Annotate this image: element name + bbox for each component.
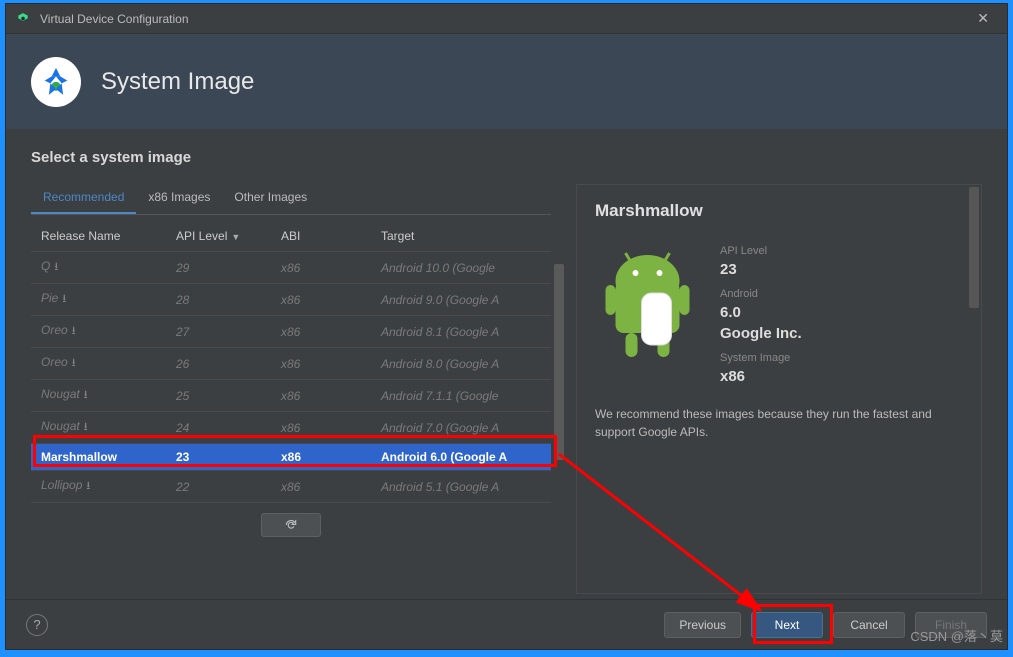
cell-release-name: Nougat⭳ — [31, 380, 166, 412]
close-icon[interactable]: ✕ — [969, 10, 997, 27]
cell-api-level: 27 — [166, 316, 271, 348]
scrollbar-thumb[interactable] — [554, 264, 564, 461]
image-table-wrap: Release Name API Level▼ ABI Target Q⭳29x… — [31, 221, 551, 503]
tab-bar: Recommendedx86 ImagesOther Images — [31, 184, 551, 215]
finish-button: Finish — [915, 612, 987, 638]
table-row[interactable]: Marshmallow23x86Android 6.0 (Google A — [31, 444, 551, 471]
table-row[interactable]: Nougat⭳25x86Android 7.1.1 (Google — [31, 380, 551, 412]
cell-abi: x86 — [271, 316, 371, 348]
android-marshmallow-icon — [595, 239, 700, 369]
value-system-image: x86 — [720, 368, 802, 385]
scrollbar-thumb[interactable] — [969, 187, 979, 308]
cell-api-level: 22 — [166, 471, 271, 503]
titlebar: Virtual Device Configuration ✕ — [6, 4, 1007, 34]
cell-target: Android 7.1.1 (Google — [371, 380, 551, 412]
cell-release-name: Oreo⭳ — [31, 348, 166, 380]
tab-recommended[interactable]: Recommended — [31, 184, 136, 214]
footer: ? Previous Next Cancel Finish — [6, 599, 1007, 649]
download-icon[interactable]: ⭳ — [84, 389, 88, 401]
recommendation-note: We recommend these images because they r… — [595, 405, 963, 441]
tab-other-images[interactable]: Other Images — [222, 184, 319, 214]
subheading: Select a system image — [31, 149, 982, 166]
cell-target: Android 9.0 (Google A — [371, 284, 551, 316]
refresh-button[interactable] — [261, 513, 321, 537]
col-target[interactable]: Target — [371, 221, 551, 252]
table-row[interactable]: Lollipop⭳22x86Android 5.1 (Google A — [31, 471, 551, 503]
cell-target: Android 7.0 (Google A — [371, 412, 551, 444]
col-release-name[interactable]: Release Name — [31, 221, 166, 252]
detail-title: Marshmallow — [595, 201, 963, 221]
label-system-image: System Image — [720, 352, 802, 364]
next-button[interactable]: Next — [751, 612, 823, 638]
cell-abi: x86 — [271, 380, 371, 412]
cell-release-name: Pie⭳ — [31, 284, 166, 316]
cell-release-name: Nougat⭳ — [31, 412, 166, 444]
download-icon[interactable]: ⭳ — [86, 480, 90, 492]
refresh-icon — [284, 518, 298, 532]
tab-x86-images[interactable]: x86 Images — [136, 184, 222, 214]
table-row[interactable]: Pie⭳28x86Android 9.0 (Google A — [31, 284, 551, 316]
dialog-window: Virtual Device Configuration ✕ System Im… — [5, 3, 1008, 650]
android-studio-icon — [16, 12, 30, 26]
content-area: Select a system image Recommendedx86 Ima… — [6, 129, 1007, 599]
cell-target: Android 5.1 (Google A — [371, 471, 551, 503]
cell-abi: x86 — [271, 412, 371, 444]
col-abi[interactable]: ABI — [271, 221, 371, 252]
detail-panel: Marshmallow — [576, 184, 982, 594]
left-column: Recommendedx86 ImagesOther Images Releas… — [31, 184, 551, 594]
cell-abi: x86 — [271, 444, 371, 471]
download-icon[interactable]: ⭳ — [72, 357, 76, 369]
cell-abi: x86 — [271, 252, 371, 284]
table-row[interactable]: Oreo⭳26x86Android 8.0 (Google A — [31, 348, 551, 380]
help-button[interactable]: ? — [26, 614, 48, 636]
col-api-level[interactable]: API Level▼ — [166, 221, 271, 252]
label-android: Android — [720, 288, 802, 300]
cell-api-level: 24 — [166, 412, 271, 444]
detail-meta: API Level 23 Android 6.0 Google Inc. Sys… — [720, 239, 802, 385]
label-api-level: API Level — [720, 245, 802, 257]
banner: System Image — [6, 34, 1007, 129]
table-row[interactable]: Q⭳29x86Android 10.0 (Google — [31, 252, 551, 284]
cell-release-name: Lollipop⭳ — [31, 471, 166, 503]
value-vendor: Google Inc. — [720, 325, 802, 342]
cell-target: Android 6.0 (Google A — [371, 444, 551, 471]
value-api-level: 23 — [720, 261, 802, 278]
page-title: System Image — [101, 68, 254, 96]
window-title: Virtual Device Configuration — [40, 12, 969, 26]
cell-abi: x86 — [271, 471, 371, 503]
cell-api-level: 26 — [166, 348, 271, 380]
table-row[interactable]: Nougat⭳24x86Android 7.0 (Google A — [31, 412, 551, 444]
cell-api-level: 28 — [166, 284, 271, 316]
cell-abi: x86 — [271, 348, 371, 380]
cell-release-name: Q⭳ — [31, 252, 166, 284]
wizard-icon — [31, 57, 81, 107]
cell-target: Android 8.1 (Google A — [371, 316, 551, 348]
value-android-version: 6.0 — [720, 304, 802, 321]
download-icon[interactable]: ⭳ — [84, 421, 88, 433]
download-icon[interactable]: ⭳ — [54, 261, 58, 273]
download-icon[interactable]: ⭳ — [62, 293, 66, 305]
cancel-button[interactable]: Cancel — [833, 612, 905, 638]
cell-abi: x86 — [271, 284, 371, 316]
image-table: Release Name API Level▼ ABI Target Q⭳29x… — [31, 221, 551, 503]
sort-desc-icon: ▼ — [231, 232, 240, 242]
detail-scrollbar[interactable] — [969, 187, 979, 591]
cell-api-level: 25 — [166, 380, 271, 412]
cell-target: Android 8.0 (Google A — [371, 348, 551, 380]
table-row[interactable]: Oreo⭳27x86Android 8.1 (Google A — [31, 316, 551, 348]
cell-release-name: Oreo⭳ — [31, 316, 166, 348]
previous-button[interactable]: Previous — [664, 612, 741, 638]
table-scrollbar[interactable] — [553, 251, 565, 503]
cell-api-level: 29 — [166, 252, 271, 284]
cell-target: Android 10.0 (Google — [371, 252, 551, 284]
download-icon[interactable]: ⭳ — [72, 325, 76, 337]
cell-api-level: 23 — [166, 444, 271, 471]
cell-release-name: Marshmallow — [31, 444, 166, 471]
